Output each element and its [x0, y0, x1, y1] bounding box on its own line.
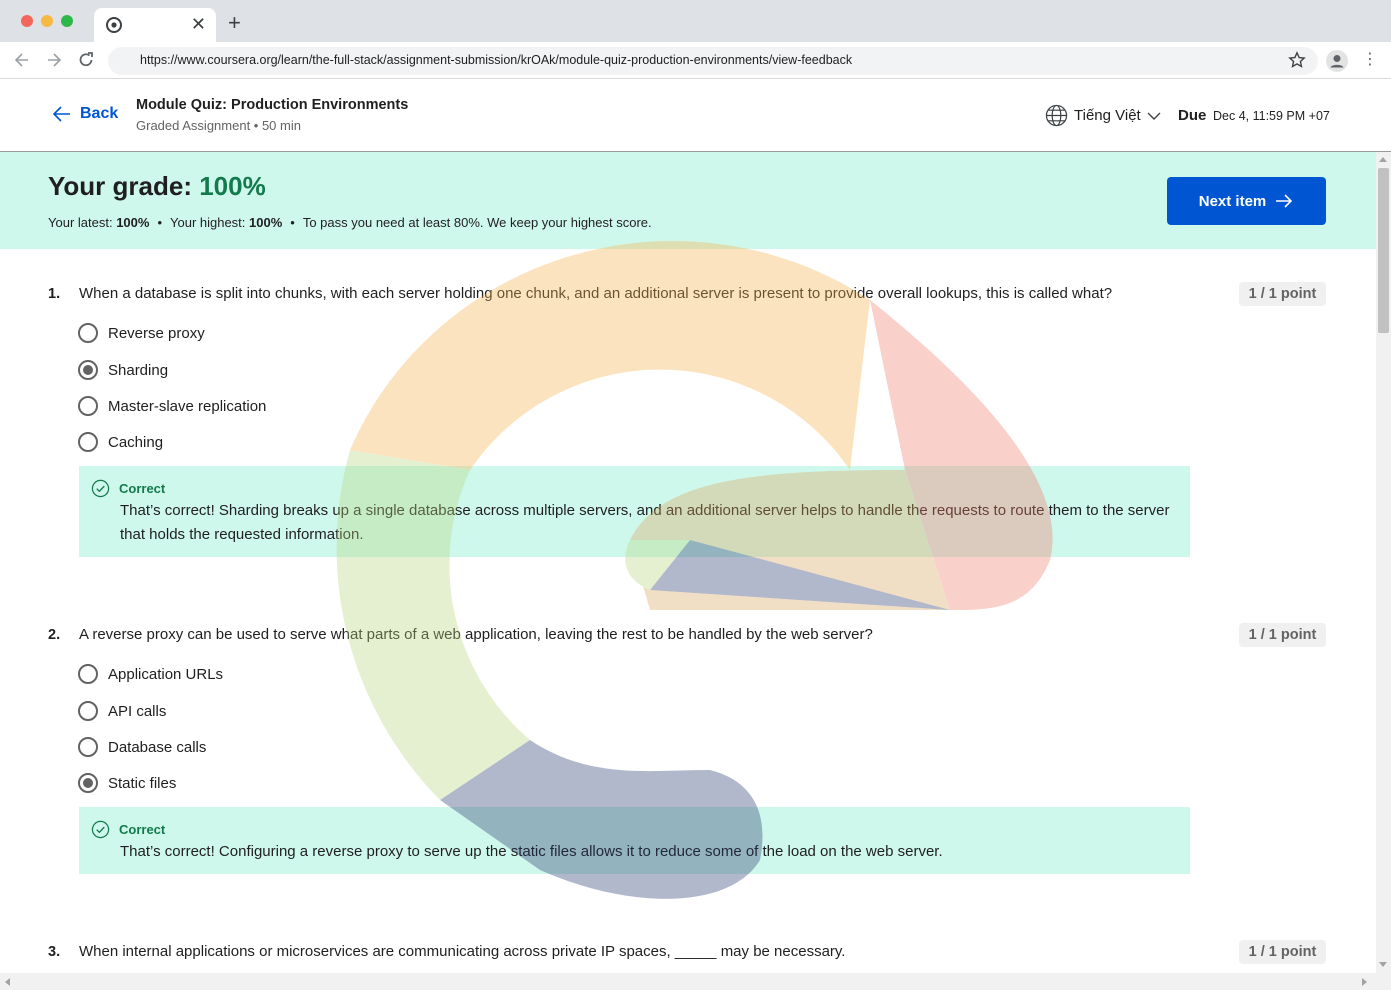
radio-button-selected[interactable] [78, 773, 98, 793]
latest-label: Your latest: [48, 215, 117, 230]
language-label: Tiếng Việt [1074, 107, 1141, 124]
radio-button[interactable] [78, 701, 98, 721]
answer-option[interactable]: Sharding [78, 360, 168, 380]
feedback-box: Correct That’s correct! Configuring a re… [79, 807, 1190, 874]
separator-dot: • [290, 215, 295, 230]
scroll-left-arrow-icon[interactable] [5, 978, 10, 986]
browser-titlebar: ✕ + [0, 0, 1391, 42]
vertical-scrollbar[interactable] [1376, 152, 1391, 973]
radio-button[interactable] [78, 323, 98, 343]
due-date: Dec 4, 11:59 PM +07 [1213, 109, 1330, 123]
points-badge: 1 / 1 point [1239, 940, 1326, 964]
grade-label: Your grade: [48, 171, 200, 201]
feedback-box: Correct That’s correct! Sharding breaks … [79, 466, 1190, 557]
scroll-right-arrow-icon[interactable] [1362, 978, 1367, 986]
option-label: Reverse proxy [108, 324, 205, 342]
radio-button[interactable] [78, 396, 98, 416]
answer-option[interactable]: Application URLs [78, 664, 223, 684]
scrollbar-thumb[interactable] [1378, 168, 1389, 333]
question-text: A reverse proxy can be used to serve wha… [79, 626, 873, 643]
question-number: 1. [48, 286, 61, 302]
bookmark-star-icon[interactable] [1288, 51, 1306, 69]
radio-button[interactable] [78, 664, 98, 684]
language-selector[interactable]: Tiếng Việt [1045, 104, 1168, 127]
option-label: Master-slave replication [108, 397, 267, 415]
separator-dot: • [157, 215, 162, 230]
scroll-down-arrow-icon[interactable] [1379, 962, 1387, 967]
feedback-title: Correct [119, 822, 166, 837]
answer-option[interactable]: Caching [78, 432, 163, 452]
close-window-button[interactable] [21, 15, 33, 27]
horizontal-scrollbar[interactable] [0, 973, 1391, 990]
feedback-title: Correct [119, 481, 166, 496]
feedback-text: That’s correct! Configuring a reverse pr… [120, 843, 943, 860]
chevron-down-icon [1147, 112, 1161, 120]
arrow-left-icon [52, 106, 70, 122]
radio-button[interactable] [78, 432, 98, 452]
close-tab-icon[interactable]: ✕ [191, 14, 206, 34]
back-label: Back [80, 105, 119, 122]
option-label: Sharding [108, 361, 169, 379]
answer-option[interactable]: Master-slave replication [78, 396, 266, 416]
chrome-icon [106, 17, 122, 33]
globe-icon [1045, 104, 1068, 127]
next-item-button[interactable]: Next item [1167, 177, 1326, 225]
question-number: 3. [48, 944, 61, 960]
reload-icon[interactable] [76, 50, 96, 70]
question-number: 2. [48, 627, 61, 643]
next-item-label: Next item [1198, 192, 1267, 210]
option-label: Static files [108, 774, 177, 792]
browser-toolbar: https://www.coursera.org/learn/the-full-… [0, 42, 1391, 79]
grade-value: 100% [199, 171, 266, 201]
quiz-content: 1. When a database is split into chunks,… [0, 249, 1376, 973]
option-label: Database calls [108, 738, 207, 756]
answer-option[interactable]: API calls [78, 701, 166, 721]
minimize-window-button[interactable] [41, 15, 53, 27]
answer-option[interactable]: Database calls [78, 737, 206, 757]
maximize-window-button[interactable] [61, 15, 73, 27]
question-text: When a database is split into chunks, wi… [79, 285, 1113, 302]
question-text: When internal applications or microservi… [79, 943, 846, 960]
option-label: API calls [108, 702, 167, 720]
due-label: Due [1178, 107, 1207, 124]
back-arrow-icon[interactable] [12, 50, 32, 70]
option-label: Caching [108, 433, 164, 451]
quiz-header: Back Module Quiz: Production Environment… [0, 79, 1391, 152]
browser-menu-icon[interactable]: ⋮ [1362, 48, 1378, 72]
address-bar[interactable]: https://www.coursera.org/learn/the-full-… [108, 47, 1318, 75]
quiz-subtitle: Graded Assignment • 50 min [136, 118, 301, 133]
arrow-right-icon [1276, 194, 1293, 208]
radio-button[interactable] [78, 737, 98, 757]
check-circle-icon [91, 479, 110, 498]
latest-value: 100% [116, 215, 150, 230]
highest-label: Your highest: [170, 215, 250, 230]
answer-option[interactable]: Reverse proxy [78, 323, 205, 343]
option-label: Application URLs [108, 665, 224, 683]
answer-option[interactable]: Static files [78, 773, 176, 793]
pass-note: To pass you need at least 80%. We keep y… [302, 215, 652, 230]
profile-avatar-icon[interactable] [1326, 50, 1348, 72]
check-circle-icon [91, 820, 110, 839]
new-tab-button[interactable]: + [228, 12, 241, 34]
radio-button-selected[interactable] [78, 360, 98, 380]
grade-summary: Your latest: 100% • Your highest: 100% • To … [48, 215, 652, 230]
feedback-text: That’s correct! Sharding breaks up a sin… [120, 502, 1170, 543]
back-button[interactable]: Back [52, 105, 118, 123]
points-badge: 1 / 1 point [1239, 623, 1326, 647]
scroll-up-arrow-icon[interactable] [1379, 157, 1387, 162]
forward-arrow-icon[interactable] [44, 50, 64, 70]
url-text: https://www.coursera.org/learn/the-full-… [140, 53, 853, 67]
browser-tab[interactable]: ✕ [94, 8, 216, 42]
points-badge: 1 / 1 point [1239, 282, 1326, 306]
grade-banner: Your grade: 100% Your latest: 100% • Your … [0, 152, 1376, 249]
highest-value: 100% [249, 215, 283, 230]
quiz-title: Module Quiz: Production Environments [136, 97, 409, 113]
grade-heading: Your grade: 100% [48, 171, 266, 202]
feedback-header: Correct [91, 479, 165, 498]
feedback-header: Correct [91, 820, 165, 839]
